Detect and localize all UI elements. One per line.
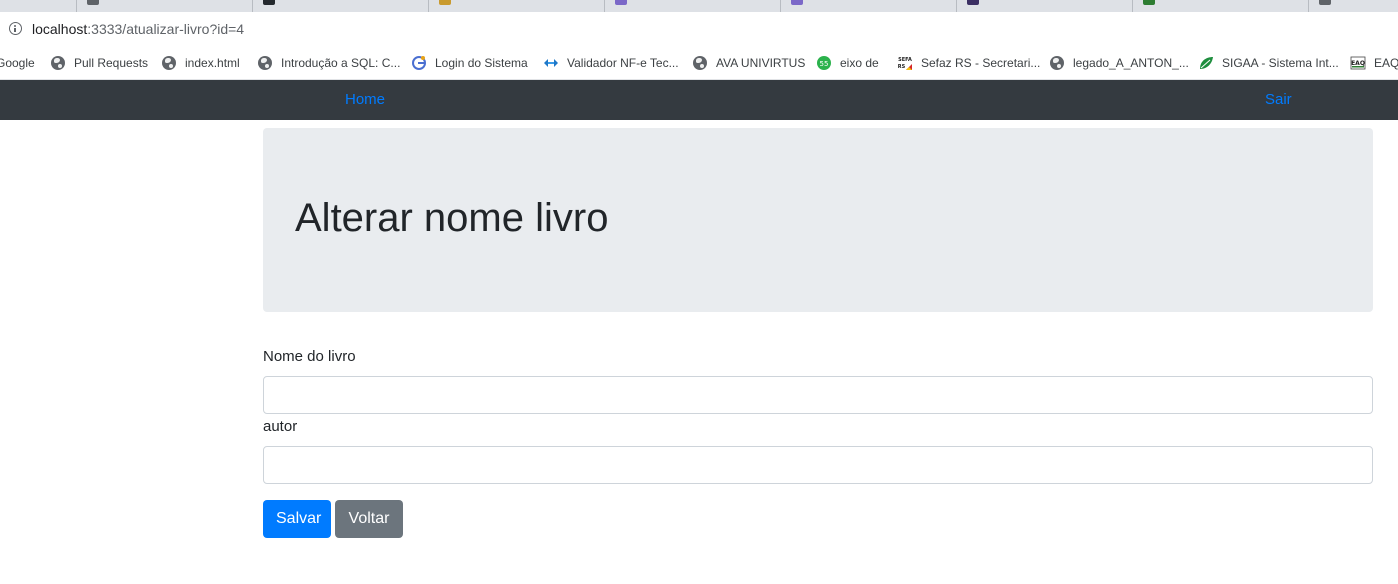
browser-tab[interactable] — [604, 0, 780, 12]
url-text[interactable]: localhost:3333/atualizar-livro?id=4 — [32, 21, 244, 37]
bookmark-login-sistema[interactable]: Login do Sistema — [411, 54, 528, 72]
browser-tab[interactable] — [428, 0, 604, 12]
svg-text:SEFA: SEFA — [898, 57, 912, 63]
login-site-icon — [411, 55, 427, 71]
leaf-icon — [1198, 55, 1214, 71]
back-button[interactable]: Voltar — [335, 500, 403, 538]
tab-favicon-icon — [615, 0, 627, 5]
bookmark-label: index.html — [185, 56, 240, 70]
bookmark-google[interactable]: Google — [0, 54, 35, 72]
tab-favicon-icon — [87, 0, 99, 5]
bookmark-label: AVA UNIVIRTUS — [716, 56, 806, 70]
browser-tab[interactable] — [1308, 0, 1398, 12]
bookmark-label: legado_A_ANTON_... — [1073, 56, 1189, 70]
bookmark-label: Introdução a SQL: C... — [281, 56, 401, 70]
nav-logout-link[interactable]: Sair — [1265, 91, 1292, 108]
validator-icon — [543, 55, 559, 71]
tab-favicon-icon — [263, 0, 275, 5]
svg-text:55: 55 — [820, 60, 829, 68]
bookmark-eaq[interactable]: EAQ EAQ — [1350, 54, 1398, 72]
globe-icon — [1049, 55, 1065, 71]
globe-icon — [50, 55, 66, 71]
eaq-icon: EAQ — [1350, 55, 1366, 71]
bookmark-sefaz-rs[interactable]: SEFA RS Sefaz RS - Secretari... — [897, 54, 1040, 72]
globe-icon — [161, 55, 177, 71]
author-label: autor — [263, 418, 298, 435]
url-host: localhost — [32, 21, 88, 37]
bookmark-index-html[interactable]: index.html — [161, 54, 240, 72]
site-info-icon[interactable] — [9, 22, 22, 35]
bookmark-label: Pull Requests — [74, 56, 149, 70]
browser-tab-strip — [0, 0, 1398, 12]
address-bar[interactable]: localhost:3333/atualizar-livro?id=4 — [0, 12, 1398, 46]
bookmark-introducao-sql[interactable]: Introdução a SQL: C... — [257, 54, 400, 72]
bookmark-label: Google — [0, 56, 35, 70]
browser-tab[interactable] — [780, 0, 956, 12]
page-title: Alterar nome livro — [295, 196, 609, 240]
globe-icon — [692, 55, 708, 71]
browser-tab[interactable] — [76, 0, 252, 12]
bookmark-label: Sefaz RS - Secretari... — [921, 56, 1041, 70]
bookmark-ava-univirtus[interactable]: AVA UNIVIRTUS — [692, 54, 805, 72]
bookmark-sigaa[interactable]: SIGAA - Sistema Int... — [1198, 54, 1339, 72]
nav-home-link[interactable]: Home — [345, 91, 385, 108]
svg-text:EAQ: EAQ — [1351, 60, 1365, 67]
page-header-jumbotron: Alterar nome livro — [263, 128, 1373, 312]
book-name-label: Nome do livro — [263, 348, 356, 365]
sefaz-icon: SEFA RS — [897, 55, 913, 71]
bookmarks-bar: Google Pull Requests index.html Introduç… — [0, 46, 1398, 80]
bookmark-validador-nfe[interactable]: Validador NF-e Tec... — [543, 54, 679, 72]
bookmark-pull-requests[interactable]: Pull Requests — [50, 54, 148, 72]
save-button[interactable]: Salvar — [263, 500, 331, 538]
globe-icon — [257, 55, 273, 71]
bookmark-legado[interactable]: legado_A_ANTON_... — [1049, 54, 1189, 72]
bookmark-label: EAQ — [1374, 56, 1398, 70]
bookmark-label: SIGAA - Sistema Int... — [1222, 56, 1339, 70]
browser-tab[interactable] — [956, 0, 1132, 12]
app-navbar: Home Sair — [0, 80, 1398, 120]
url-path: :3333/atualizar-livro?id=4 — [87, 21, 245, 37]
browser-tab[interactable] — [252, 0, 428, 12]
book-name-input[interactable] — [263, 376, 1373, 414]
browser-tab[interactable] — [1132, 0, 1308, 12]
tab-favicon-icon — [439, 0, 451, 5]
bookmark-eixo-de[interactable]: 55 eixo de — [816, 54, 879, 72]
tab-favicon-icon — [1319, 0, 1331, 5]
tab-favicon-icon — [1143, 0, 1155, 5]
svg-text:RS: RS — [898, 64, 906, 70]
author-input[interactable] — [263, 446, 1373, 484]
tab-favicon-icon — [791, 0, 803, 5]
bookmark-label: Validador NF-e Tec... — [567, 56, 679, 70]
bookmark-label: Login do Sistema — [435, 56, 528, 70]
tab-favicon-icon — [967, 0, 979, 5]
green-badge-icon: 55 — [816, 55, 832, 71]
bookmark-label: eixo de — [840, 56, 879, 70]
